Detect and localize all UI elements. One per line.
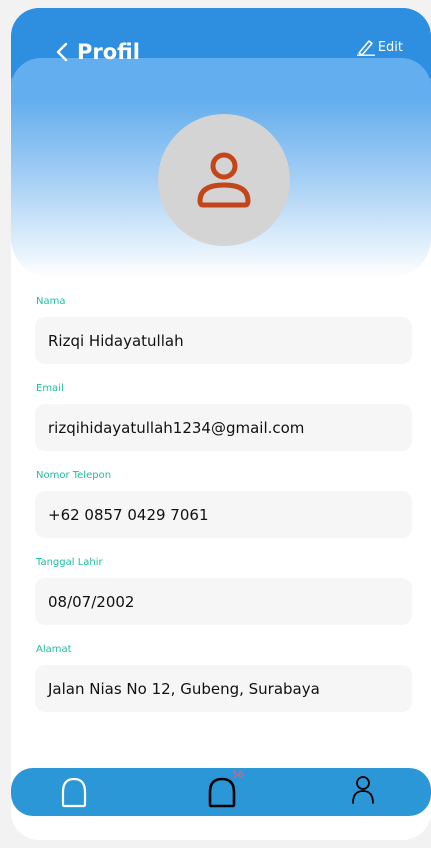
phone-value: +62 0857 0429 7061	[48, 505, 209, 524]
bottom-nav: 56	[11, 768, 431, 816]
birthdate-value: 08/07/2002	[48, 592, 135, 611]
nav-home[interactable]	[61, 776, 87, 812]
email-value: rizqihidayatullah1234@gmail.com	[48, 418, 305, 437]
name-field[interactable]: Rizqi Hidayatullah	[35, 317, 412, 364]
nav-profile[interactable]	[351, 775, 375, 809]
birthdate-label: Tanggal Lahir	[36, 557, 103, 568]
nav-notifications[interactable]: 56	[208, 770, 243, 812]
edit-label: Edit	[377, 39, 403, 55]
avatar[interactable]	[158, 114, 290, 246]
name-label: Nama	[36, 296, 66, 307]
notification-badge: 56	[232, 770, 244, 780]
bell-icon	[208, 777, 236, 808]
name-value: Rizqi Hidayatullah	[48, 331, 184, 350]
back-button[interactable]: Profil	[55, 36, 140, 68]
chevron-left-icon	[56, 42, 68, 62]
profile-header: Profil Edit	[11, 8, 431, 278]
address-value: Jalan Nias No 12, Gubeng, Surabaya	[48, 679, 320, 698]
page-title: Profil	[77, 40, 140, 64]
email-field[interactable]: rizqihidayatullah1234@gmail.com	[35, 404, 412, 451]
edit-button[interactable]: Edit	[356, 38, 403, 56]
email-label: Email	[36, 383, 64, 394]
user-icon	[197, 152, 251, 208]
profile-screen: Profil Edit Nama Rizqi Hidayatullah Emai…	[11, 8, 431, 840]
birthdate-field[interactable]: 08/07/2002	[35, 578, 412, 625]
phone-field[interactable]: +62 0857 0429 7061	[35, 491, 412, 538]
address-label: Alamat	[36, 644, 72, 655]
phone-label: Nomor Telepon	[36, 470, 112, 481]
home-icon	[61, 777, 87, 808]
address-field[interactable]: Jalan Nias No 12, Gubeng, Surabaya	[35, 665, 412, 712]
user-icon	[352, 776, 374, 804]
pencil-icon	[356, 40, 375, 56]
